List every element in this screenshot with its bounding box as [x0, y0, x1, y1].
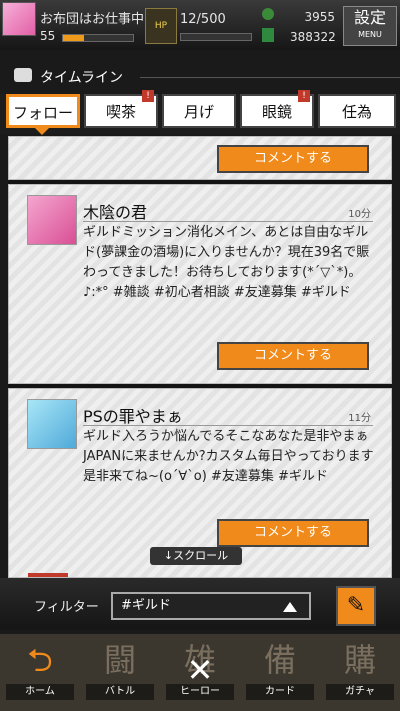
- comment-button[interactable]: コメントする: [217, 145, 369, 173]
- post-card: 木陰の君 10分 ギルドミッション消化メイン、あとは自由なギルド(夢課金の酒場)…: [8, 184, 392, 384]
- nav-label: バトル: [86, 684, 154, 700]
- menu-label: MENU: [358, 30, 382, 39]
- alert-badge: !: [298, 90, 310, 102]
- tab-megane[interactable]: 眼鏡 !: [240, 90, 314, 128]
- comment-button[interactable]: コメントする: [217, 519, 369, 547]
- divider: [140, 77, 400, 78]
- pencil-icon: ✎: [346, 593, 366, 618]
- divider: [83, 221, 373, 222]
- tab-label: 月げ: [183, 103, 214, 121]
- post-author[interactable]: PSの罪やまぁ: [83, 403, 183, 427]
- filter-select[interactable]: #ギルド: [111, 592, 311, 620]
- top-status-bar: お布団はお仕事中 55 HP 12/500 3955 388322 設定 MEN…: [0, 0, 400, 50]
- tab-label: 任為: [341, 103, 372, 121]
- post-card-partial: コメントする: [8, 136, 392, 180]
- filter-bar: フィルター #ギルド ✎: [0, 578, 400, 630]
- post-avatar[interactable]: [27, 195, 77, 245]
- filter-label: フィルター: [34, 600, 99, 615]
- post-avatar[interactable]: [27, 399, 77, 449]
- post-time: 11分: [348, 413, 371, 424]
- battle-icon: 闘: [103, 641, 136, 679]
- timeline-tabs: フォロー 喫茶 ! 月げ 眼鏡 ! 任為: [0, 90, 400, 135]
- post-author[interactable]: 木陰の君: [83, 199, 147, 223]
- next-card-edge: [28, 573, 68, 577]
- nav-home[interactable]: ⮌ ホーム: [0, 638, 80, 708]
- exp-bar: [62, 34, 134, 42]
- nav-label: ホーム: [6, 684, 74, 700]
- close-icon[interactable]: ✕: [180, 650, 220, 690]
- nav-label: ガチャ: [326, 684, 394, 700]
- stamina-value: 12/500: [180, 12, 226, 27]
- gem-icon: [262, 28, 274, 42]
- scroll-hint[interactable]: ↓スクロール: [150, 547, 242, 565]
- post-text: ギルド入ろうか悩んでるそこなあなた是非やまぁJAPANに来ませんか?カスタム毎日…: [83, 429, 374, 484]
- compose-post-button[interactable]: ✎: [336, 586, 376, 626]
- filter-value: #ギルド: [121, 598, 171, 613]
- nav-label: カード: [246, 684, 314, 700]
- triangle-up-icon: [283, 602, 297, 612]
- gem-count: 388322: [290, 30, 336, 44]
- tab-label: 眼鏡: [261, 103, 292, 121]
- comment-button[interactable]: コメントする: [217, 342, 369, 370]
- player-avatar[interactable]: [2, 2, 36, 36]
- stamina-icon: HP: [145, 8, 177, 44]
- settings-menu-button[interactable]: 設定 MENU: [343, 6, 397, 46]
- tab-nini[interactable]: 任為: [318, 94, 396, 128]
- stamina-bar: [180, 33, 252, 41]
- timeline-title: タイムライン: [40, 70, 124, 86]
- timeline-feed[interactable]: コメントする 木陰の君 10分 ギルドミッション消化メイン、あとは自由なギルド(…: [8, 136, 392, 578]
- back-arrow-icon: ⮌: [27, 641, 53, 679]
- coin-count: 3955: [304, 10, 335, 24]
- tab-label: フォロー: [12, 104, 73, 122]
- gacha-icon: 購: [343, 641, 376, 679]
- settings-label: 設定: [353, 8, 386, 27]
- post-text: ギルドミッション消化メイン、あとは自由なギルド(夢課金の酒場)に入りませんか？現…: [83, 225, 370, 300]
- chat-bubble-icon: [14, 68, 32, 82]
- tab-tsukige[interactable]: 月げ: [162, 94, 236, 128]
- tab-kissa[interactable]: 喫茶 !: [84, 90, 158, 128]
- tab-label: 喫茶: [105, 103, 136, 121]
- coin-icon: [262, 8, 274, 20]
- timeline-header: タイムライン: [0, 62, 400, 90]
- player-level: 55: [40, 29, 56, 43]
- player-name: お布団はお仕事中: [40, 12, 145, 27]
- nav-card[interactable]: 備 カード: [240, 638, 320, 708]
- alert-badge: !: [142, 90, 154, 102]
- card-icon: 備: [263, 641, 296, 679]
- nav-battle[interactable]: 闘 バトル: [80, 638, 160, 708]
- post-time: 10分: [348, 209, 371, 220]
- divider: [83, 425, 373, 426]
- tab-follow[interactable]: フォロー: [6, 94, 80, 128]
- nav-gacha[interactable]: 購 ガチャ: [320, 638, 400, 708]
- active-tab-caret: [34, 127, 50, 135]
